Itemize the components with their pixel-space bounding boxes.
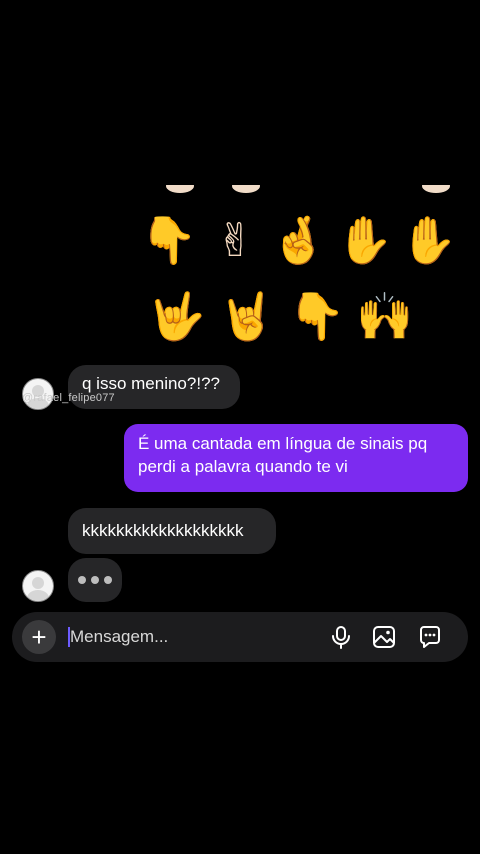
message-input[interactable]: Mensagem... [70, 626, 168, 648]
outgoing-message[interactable]: É uma cantada em língua de sinais pq per… [124, 424, 468, 492]
message-text: q isso menino?!?? [82, 374, 220, 393]
sender-avatar[interactable] [22, 570, 54, 602]
raising-hands-emoji: 🙌 [356, 289, 414, 343]
crossed-fingers-emoji: 🤞 [270, 213, 328, 267]
raised-hand-emoji: ✋ [336, 213, 394, 267]
incoming-message[interactable]: kkkkkkkkkkkkkkkkkkk [68, 508, 276, 554]
plus-icon[interactable]: + [22, 620, 56, 654]
sticker-icon[interactable] [417, 624, 443, 650]
message-text: kkkkkkkkkkkkkkkkkkk [82, 521, 244, 540]
image-icon[interactable] [371, 624, 397, 650]
love-you-gesture-emoji: 🤟 [148, 289, 206, 343]
message-composer: + Mensagem... [12, 612, 468, 662]
pointing-down-emoji: 👇 [288, 289, 346, 343]
microphone-icon[interactable] [328, 624, 354, 650]
horns-sign-emoji: 🤘 [218, 289, 276, 343]
typing-indicator [68, 558, 122, 602]
pointing-down-emoji: 👇 [140, 213, 198, 267]
sticker-cropped-top-row [140, 185, 470, 195]
sender-username: @rafael_felipe077 [22, 392, 115, 404]
hand-signs-sticker: 👇 ✌ 🤞 ✋ ✋ 🤟 🤘 👇 🙌 [140, 185, 470, 355]
victory-hand-emoji: ✌ [215, 213, 255, 267]
raised-hand-emoji: ✋ [400, 213, 458, 267]
message-text: É uma cantada em língua de sinais pq per… [138, 434, 428, 476]
